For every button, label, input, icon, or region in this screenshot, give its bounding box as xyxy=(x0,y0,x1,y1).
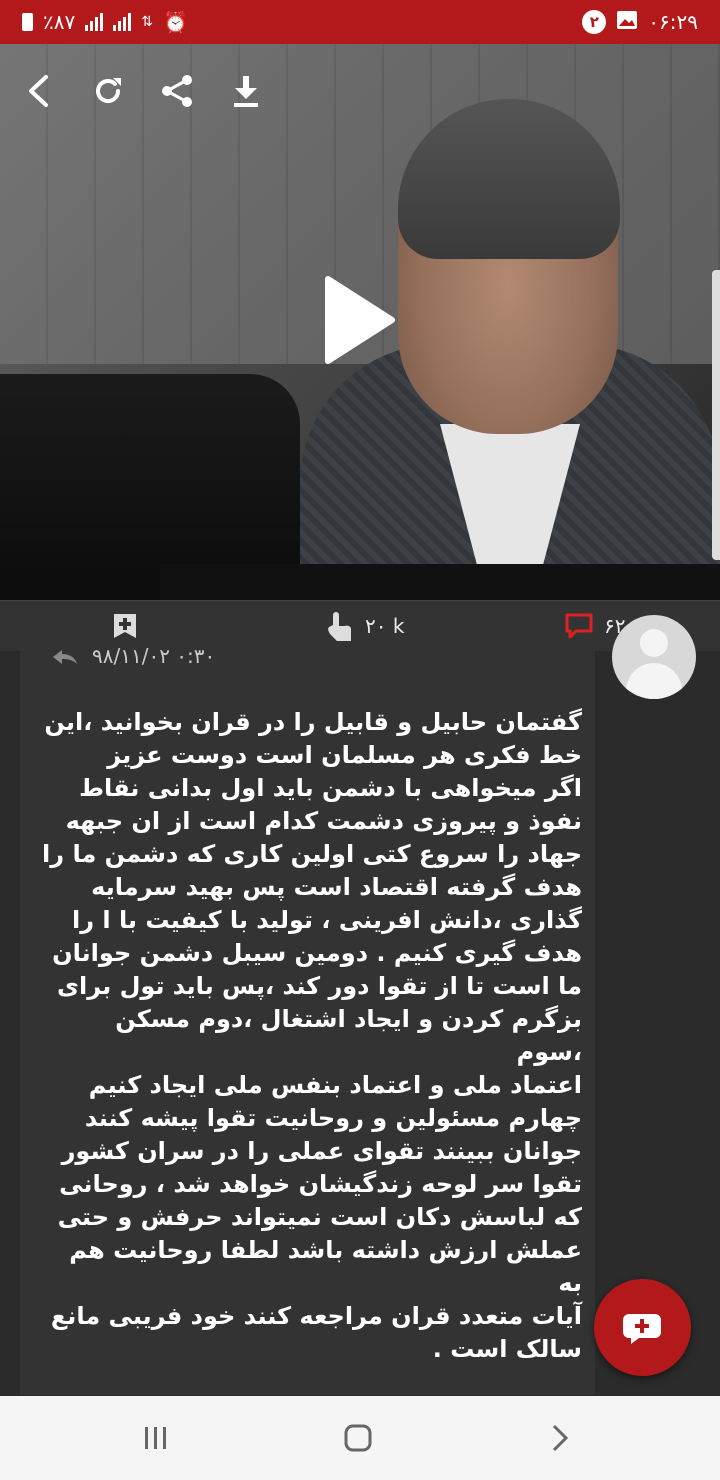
avatar-body-shape xyxy=(626,663,682,699)
signal-icon xyxy=(85,13,104,31)
comment-meta: ۹۸/۱۱/۰۲ ۰:۳۰ xyxy=(50,644,215,668)
like-button[interactable]: ۲۰ k xyxy=(325,609,404,643)
play-button[interactable] xyxy=(322,275,396,369)
home-button[interactable] xyxy=(338,1420,378,1456)
add-comment-fab[interactable] xyxy=(594,1279,691,1376)
play-icon xyxy=(325,276,395,364)
comment-date: ۹۸/۱۱/۰۲ ۰:۳۰ xyxy=(92,644,216,668)
side-scroll-handle[interactable] xyxy=(712,270,720,560)
avatar-head-shape xyxy=(640,629,668,657)
video-toolbar xyxy=(0,70,320,116)
data-icon: ⇅ xyxy=(141,14,153,30)
refresh-icon[interactable] xyxy=(89,70,127,112)
battery-icon xyxy=(22,13,33,31)
share-icon[interactable] xyxy=(158,70,196,112)
battery-percent: ٪۸۷ xyxy=(43,10,76,34)
status-right: ۲ ۰۶:۲۹ xyxy=(582,10,698,35)
back-nav-button[interactable] xyxy=(540,1420,580,1456)
system-nav-bar xyxy=(0,1396,720,1480)
back-icon[interactable] xyxy=(20,70,58,112)
recent-apps-icon xyxy=(145,1427,166,1449)
bookmark-add-button[interactable] xyxy=(112,612,138,640)
reply-icon[interactable] xyxy=(50,646,80,666)
status-left: ٪۸۷ ⇅ ⏰ xyxy=(22,10,188,34)
alarm-icon: ⏰ xyxy=(162,10,188,34)
bookmark-add-icon xyxy=(114,614,136,638)
comment-icon xyxy=(565,613,593,639)
status-bar: ٪۸۷ ⇅ ⏰ ۲ ۰۶:۲۹ xyxy=(0,0,720,44)
likes-count: ۲۰ k xyxy=(365,614,405,638)
image-notification-icon xyxy=(616,10,638,35)
comment-card: ۹۸/۱۱/۰۲ ۰:۳۰ گفتمان حابیل و قابیل را در… xyxy=(20,644,595,1395)
add-comment-icon xyxy=(622,1313,661,1344)
notification-badge: ۲ xyxy=(582,10,607,34)
desk-shape xyxy=(160,564,720,600)
clock: ۰۶:۲۹ xyxy=(648,10,698,34)
comment-text: گفتمان حابیل و قابیل را در قران بخوانید … xyxy=(42,708,582,1363)
signal-2-icon xyxy=(113,13,132,31)
user-avatar[interactable] xyxy=(612,615,696,699)
download-icon[interactable] xyxy=(227,70,265,112)
hand-tap-icon xyxy=(328,612,351,641)
chevron-right-icon xyxy=(552,1424,569,1452)
recent-apps-button[interactable] xyxy=(136,1420,176,1456)
home-icon xyxy=(344,1424,372,1452)
